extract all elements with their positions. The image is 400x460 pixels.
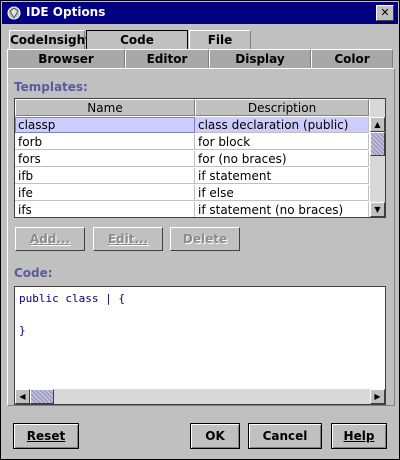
table-row[interactable]: forb for block (15, 134, 369, 151)
ide-options-dialog: IDE Options ✕ CodeInsight Code Templates… (0, 0, 400, 460)
cell-description: if statement (195, 168, 369, 184)
cell-description: if statement (no braces) (195, 202, 369, 217)
table-row[interactable]: fors for (no braces) (15, 151, 369, 168)
cell-name: ifb (15, 168, 195, 184)
scroll-thumb[interactable] (370, 132, 385, 156)
table-row[interactable]: ife if else (15, 185, 369, 202)
app-icon (7, 6, 21, 20)
code-text[interactable]: public class | { } (19, 291, 125, 339)
scroll-down-icon[interactable]: ▼ (370, 202, 385, 217)
cell-name: forb (15, 134, 195, 150)
cell-name: ifs (15, 202, 195, 217)
add-button-label: Add... (29, 232, 71, 246)
cell-description: for block (195, 134, 369, 150)
cell-name: fors (15, 151, 195, 167)
tab-display[interactable]: Display (209, 49, 311, 68)
close-button[interactable]: ✕ (376, 5, 394, 21)
cancel-button[interactable]: Cancel (248, 423, 322, 449)
code-label: Code: (14, 266, 53, 280)
templates-table: Name Description classp class declaratio… (14, 98, 386, 218)
cell-description: class declaration (public) (195, 117, 369, 133)
delete-button[interactable]: Delete (170, 227, 240, 251)
cell-name: classp (15, 117, 195, 133)
ok-button-label: OK (205, 429, 225, 443)
table-row[interactable]: ifb if statement (15, 168, 369, 185)
column-header-description[interactable]: Description (195, 99, 369, 116)
edit-button[interactable]: Edit... (93, 227, 163, 251)
delete-button-label: Delete (182, 232, 228, 246)
table-row[interactable]: classp class declaration (public) (15, 117, 369, 134)
table-header: Name Description (15, 99, 369, 117)
edit-button-label: Edit... (107, 232, 149, 246)
tab-code-templates[interactable]: Code Templates (86, 30, 188, 66)
tab-codeinsight[interactable]: CodeInsight (9, 30, 91, 49)
reset-button-label: Reset (26, 429, 66, 443)
tab-file-types[interactable]: File Types (189, 30, 251, 66)
column-header-name[interactable]: Name (15, 99, 195, 116)
cancel-button-label: Cancel (262, 429, 308, 443)
cell-description: for (no braces) (195, 151, 369, 167)
add-button[interactable]: Add... (15, 227, 85, 251)
table-row[interactable]: ifs if statement (no braces) (15, 202, 369, 217)
help-button[interactable]: Help (331, 423, 387, 449)
scroll-right-icon[interactable]: ▶ (370, 389, 385, 404)
help-button-label: Help (343, 429, 375, 443)
cell-description: if else (195, 185, 369, 201)
scroll-left-icon[interactable]: ◀ (15, 389, 30, 404)
tab-color[interactable]: Color (311, 49, 393, 68)
code-editor[interactable]: public class | { } ◀ ▶ (14, 286, 386, 405)
code-horizontal-scrollbar[interactable]: ◀ ▶ (15, 389, 385, 404)
close-icon: ✕ (380, 6, 390, 19)
templates-vertical-scrollbar[interactable]: ▲ ▼ (370, 99, 385, 217)
table-body: classp class declaration (public) forb f… (15, 117, 369, 217)
reset-button[interactable]: Reset (13, 423, 79, 449)
tab-editor[interactable]: Editor (125, 49, 209, 68)
tab-browser[interactable]: Browser (7, 49, 125, 68)
window-title: IDE Options (26, 5, 106, 19)
scroll-up-icon[interactable]: ▲ (370, 117, 385, 132)
ok-button[interactable]: OK (190, 423, 240, 449)
title-bar[interactable]: IDE Options ✕ (2, 2, 398, 24)
templates-label: Templates: (14, 80, 88, 94)
cell-name: ife (15, 185, 195, 201)
scroll-thumb-horizontal[interactable] (30, 389, 54, 404)
